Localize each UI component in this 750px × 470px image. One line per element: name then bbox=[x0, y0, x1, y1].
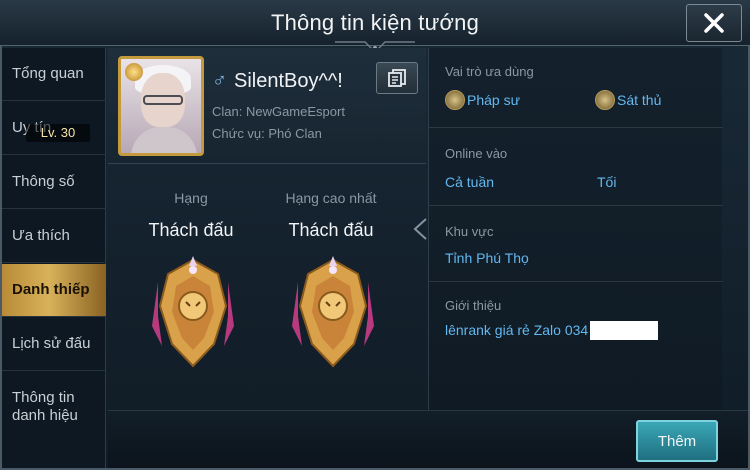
intro-text: lênrank giá rẻ Zalo 034 bbox=[445, 322, 589, 338]
sidebar-item-label: Thông tin danh hiệu bbox=[12, 389, 78, 424]
online-days: Cả tuần bbox=[445, 174, 495, 190]
sidebar-item-overview[interactable]: Tổng quan bbox=[2, 48, 106, 101]
sidebar-item-label: Danh thiếp bbox=[12, 281, 90, 298]
clan-role: Chức vụ: Phó Clan bbox=[212, 126, 322, 141]
role-assassin: Sát thủ bbox=[617, 92, 662, 108]
mage-icon bbox=[445, 90, 465, 110]
intro-title: Giới thiệu bbox=[445, 298, 502, 313]
current-rank-label: Hạng bbox=[174, 190, 208, 206]
preferred-role-section: Vai trò ưa dùng Pháp sư Sát thủ bbox=[429, 48, 723, 128]
online-title: Online vào bbox=[445, 146, 508, 161]
sidebar-item-label: Ưa thích bbox=[12, 227, 70, 244]
sidebar-item-label: Thông số bbox=[12, 173, 75, 190]
clan-name[interactable]: Clan: NewGameEsport bbox=[212, 104, 345, 119]
region-value: Tỉnh Phú Thọ bbox=[445, 250, 529, 266]
assassin-icon bbox=[595, 90, 615, 110]
sidebar-item-label: Tổng quan bbox=[12, 65, 84, 82]
page-title: Thông tin kiện tướng bbox=[270, 10, 480, 35]
avatar-glasses bbox=[143, 95, 183, 105]
current-rank-value: Thách đấu bbox=[148, 220, 234, 240]
male-icon: ♂ bbox=[212, 70, 227, 92]
close-icon bbox=[704, 13, 724, 33]
preferred-role-title: Vai trò ưa dùng bbox=[445, 64, 534, 79]
highest-rank: Hạng cao nhất Thách đấu bbox=[256, 166, 406, 410]
highest-rank-value: Thách đấu bbox=[288, 220, 374, 240]
document-icon bbox=[388, 69, 406, 87]
challenger-emblem-icon bbox=[152, 256, 234, 368]
more-button[interactable]: Thêm bbox=[636, 420, 718, 462]
highest-rank-label: Hạng cao nhất bbox=[285, 190, 377, 206]
details-panel: Vai trò ưa dùng Pháp sư Sát thủ Online v… bbox=[428, 48, 723, 410]
current-rank: Hạng Thách đấu bbox=[116, 166, 266, 410]
close-button[interactable] bbox=[686, 4, 742, 42]
region-title: Khu vực bbox=[445, 224, 494, 239]
role-mage: Pháp sư bbox=[467, 92, 520, 108]
sidebar: Tổng quan Uy tín Thông số Ưa thích Danh … bbox=[2, 48, 106, 468]
region-section: Khu vực Tỉnh Phú Thọ bbox=[429, 206, 723, 282]
document-button[interactable] bbox=[376, 62, 418, 94]
sidebar-item-favorites[interactable]: Ưa thích bbox=[2, 210, 106, 263]
sidebar-item-stats[interactable]: Thông số bbox=[2, 156, 106, 209]
sidebar-item-match-history[interactable]: Lịch sử đấu bbox=[2, 318, 106, 371]
profile-card: ♂ SilentBoy^^! Clan: NewGameEsport Chức … bbox=[108, 48, 426, 164]
online-section: Online vào Cả tuần Tối bbox=[429, 128, 723, 206]
sidebar-item-label: Lịch sử đấu bbox=[12, 335, 91, 352]
level-badge: Lv. 30 bbox=[26, 124, 90, 142]
avatar-body bbox=[131, 127, 197, 153]
challenger-emblem-icon bbox=[292, 256, 374, 368]
redaction-box bbox=[590, 321, 658, 340]
online-time: Tối bbox=[597, 174, 617, 190]
crest-icon bbox=[125, 63, 143, 81]
chevron-left-icon bbox=[413, 218, 427, 240]
intro-section: Giới thiệu lênrank giá rẻ Zalo 034 bbox=[429, 282, 723, 410]
avatar[interactable] bbox=[118, 56, 204, 156]
sidebar-item-namecard[interactable]: Danh thiếp bbox=[2, 264, 106, 317]
sidebar-item-title-info[interactable]: Thông tin danh hiệu bbox=[2, 372, 106, 442]
player-name: SilentBoy^^! bbox=[234, 70, 343, 92]
rank-panel: Hạng Thách đấu Hạng cao nhất Thách đấu bbox=[108, 166, 426, 410]
